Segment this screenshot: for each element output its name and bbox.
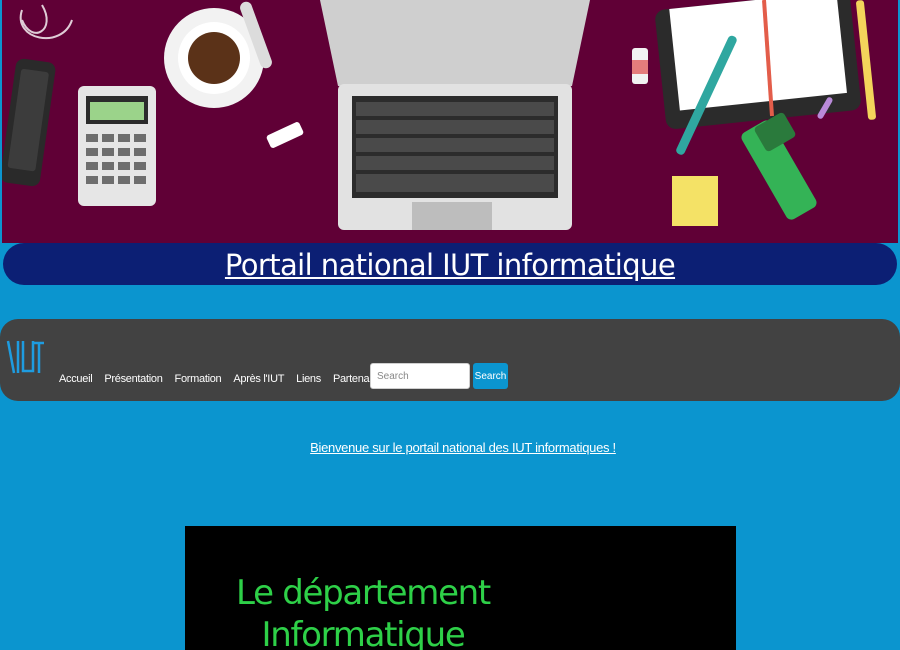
nav-link-formation[interactable]: Formation	[175, 373, 222, 385]
welcome-section: Bienvenue sur le portail national des IU…	[0, 439, 900, 457]
nav-link-presentation[interactable]: Présentation	[104, 373, 162, 385]
video-title: Le département Informatique	[223, 572, 503, 650]
hero-banner	[2, 0, 898, 243]
video-title-line1: Le département	[236, 573, 491, 613]
nav-link-liens[interactable]: Liens	[296, 373, 321, 385]
nav-link-accueil[interactable]: Accueil	[59, 373, 93, 385]
desk-illustration	[2, 0, 876, 230]
welcome-link[interactable]: Bienvenue sur le portail national des IU…	[310, 440, 616, 455]
search-input[interactable]	[370, 363, 470, 389]
nav-link-apres-iut[interactable]: Après l'IUT	[233, 373, 284, 385]
video-panel[interactable]: Le département Informatique	[185, 526, 736, 650]
site-title-link[interactable]: Portail national IUT informatique	[225, 248, 676, 282]
nav-links: Accueil Présentation Formation Après l'I…	[59, 373, 401, 385]
video-title-line2: Informatique	[261, 615, 466, 650]
iut-logo-icon[interactable]	[6, 337, 46, 377]
site-title-bar: Portail national IUT informatique	[3, 243, 897, 285]
search-button[interactable]: Search	[473, 363, 508, 389]
